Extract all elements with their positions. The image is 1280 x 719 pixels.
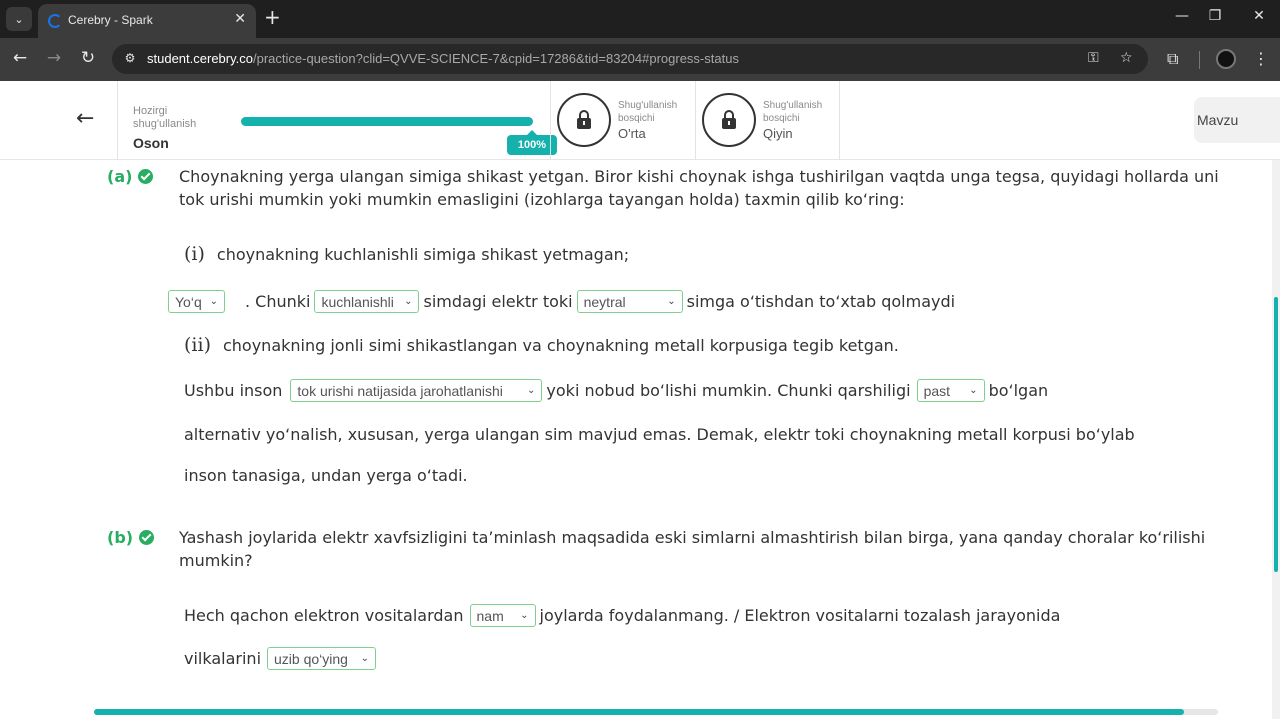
chevron-down-icon: ⌄: [527, 385, 536, 396]
stage-label: Shug'ullanish bosqichi: [618, 100, 678, 124]
profile-avatar-icon[interactable]: [1216, 49, 1236, 69]
action-dropdown[interactable]: uzib qo‘ying ⌄: [267, 647, 377, 670]
roman-numeral-ii: (ii): [184, 334, 211, 356]
chevron-down-icon: ⌄: [404, 296, 413, 307]
question-a-text: Choynakning yerga ulangan simiga shikast…: [179, 167, 1219, 209]
password-key-icon[interactable]: ⚿: [1088, 50, 1099, 66]
level-progress-fill: [241, 117, 533, 126]
header-divider: [550, 81, 551, 160]
header-divider: [117, 81, 118, 160]
question-content: (a) Choynakning yerga ulangan simiga shi…: [0, 160, 1272, 719]
stage-medium-name: O'rta: [618, 126, 646, 141]
lock-icon: [557, 93, 611, 147]
answer-line-b1: Hech qachon elektron vositalardan nam ⌄ j…: [184, 604, 1060, 627]
practice-header: ← Hozirgi shug'ullanish Oson 100% Shug'u…: [0, 81, 1280, 160]
sub-question-ii-text: choynakning jonli simi shikastlangan va …: [222, 335, 899, 355]
answer-text: . Chunki: [245, 292, 311, 311]
site-info-icon[interactable]: ⚙: [122, 51, 138, 67]
current-practice-label: Hozirgi shug'ullanish: [133, 105, 197, 130]
outcome-dropdown[interactable]: tok urishi natijasida jarohatlanishi ⌄: [290, 379, 543, 402]
answer-text: Ushbu inson: [184, 381, 283, 400]
chevron-down-icon: ⌄: [667, 296, 676, 307]
browser-menu-icon[interactable]: ⋮: [1253, 49, 1269, 68]
location-dropdown[interactable]: nam ⌄: [469, 604, 536, 627]
answer-text: simga o‘tishdan to‘xtab qolmaydi: [686, 292, 956, 311]
sub-question-i-text: choynakning kuchlanishli simiga shikast …: [216, 244, 630, 264]
header-divider: [839, 81, 840, 160]
scrollbar-thumb[interactable]: [1274, 297, 1278, 572]
forward-arrow-icon[interactable]: →: [42, 48, 66, 68]
resistance-dropdown[interactable]: past ⌄: [916, 379, 985, 402]
chevron-down-icon: ⌄: [969, 385, 978, 396]
answer-text: alternativ yo‘nalish, xususan, yerga ula…: [184, 425, 1135, 444]
answer-text: bo‘lgan: [988, 381, 1049, 400]
lock-icon: [702, 93, 756, 147]
answer-text: vilkalarini: [184, 649, 262, 668]
tab-title: Cerebry - Spark: [68, 13, 153, 27]
answer-line-ii: Ushbu inson tok urishi natijasida jaroha…: [184, 379, 1048, 402]
toolbar-divider: [1199, 51, 1200, 69]
stage-hard-name: Qiyin: [763, 126, 793, 141]
wire-type-dropdown-2[interactable]: neytral ⌄: [576, 290, 683, 313]
answer-text: simdagi elektr toki: [423, 292, 573, 311]
page-scrollbar[interactable]: [1272, 160, 1280, 719]
answer-text: inson tanasiga, undan yerga o‘tadi.: [184, 466, 468, 485]
part-b-label: (b): [107, 528, 155, 547]
wire-type-dropdown-1[interactable]: kuchlanishli ⌄: [314, 290, 420, 313]
url-text: student.cerebry.co/practice-question?cli…: [147, 51, 739, 66]
new-tab-plus-icon[interactable]: +: [264, 7, 281, 27]
current-level: Oson: [133, 135, 169, 151]
part-a-label: (a): [107, 167, 154, 186]
chevron-down-icon: ⌄: [520, 610, 529, 621]
window-minimize-icon[interactable]: —: [1167, 8, 1197, 24]
window-restore-icon[interactable]: ❐: [1200, 8, 1230, 24]
chevron-down-icon: ⌄: [360, 653, 370, 664]
correct-check-icon: [138, 169, 154, 184]
sub-question-i: (i) choynakning kuchlanishli simiga shik…: [184, 243, 629, 265]
tab-search-chevron-icon[interactable]: ⌄: [6, 7, 32, 31]
sub-question-ii: (ii) choynakning jonli simi shikastlanga…: [184, 334, 899, 356]
answer-line-b2: vilkalarini uzib qo‘ying ⌄: [184, 647, 380, 670]
overall-progress-fill: [94, 709, 1185, 715]
back-arrow-icon[interactable]: ←: [76, 106, 94, 131]
answer-line-i: Yo‘q ⌄ . Chunki kuchlanishli ⌄ simdagi ele…: [164, 290, 955, 313]
header-divider: [695, 81, 696, 160]
topic-button[interactable]: Mavzu: [1194, 97, 1280, 143]
answer-text: joylarda foydalanmang. / Elektron vosita…: [539, 606, 1061, 625]
browser-toolbar: ← → ↻ ⚙ student.cerebry.co/practice-ques…: [0, 38, 1280, 81]
bookmark-star-icon[interactable]: ☆: [1120, 50, 1133, 66]
answer-text: Hech qachon elektron vositalardan: [184, 606, 464, 625]
question-b-text: Yashash joylarida elektr xavfsizligini t…: [179, 528, 1206, 570]
cerebry-favicon-icon: [48, 14, 62, 28]
window-close-icon[interactable]: ✕: [1244, 8, 1274, 24]
chevron-down-icon: ⌄: [209, 296, 218, 307]
extensions-puzzle-icon[interactable]: ⧉: [1167, 49, 1178, 69]
level-progress-bar: [241, 117, 533, 126]
overall-progress-bar: [94, 709, 1218, 715]
tab-close-icon[interactable]: ✕: [234, 11, 246, 27]
stage-label: Shug'ullanish bosqichi: [763, 100, 823, 124]
answer-yes-no-dropdown[interactable]: Yo‘q ⌄: [168, 290, 225, 313]
address-bar[interactable]: ⚙ student.cerebry.co/practice-question?c…: [112, 44, 1148, 74]
answer-text: yoki nobud bo‘lishi mumkin. Chunki qarsh…: [546, 381, 911, 400]
reload-icon[interactable]: ↻: [76, 48, 100, 68]
correct-check-icon: [139, 530, 155, 545]
browser-tab-bar: ⌄ Cerebry - Spark ✕ + — ❐ ✕: [0, 0, 1280, 38]
browser-tab[interactable]: Cerebry - Spark ✕: [38, 4, 256, 38]
roman-numeral-i: (i): [184, 243, 205, 265]
back-arrow-icon[interactable]: ←: [8, 48, 32, 68]
